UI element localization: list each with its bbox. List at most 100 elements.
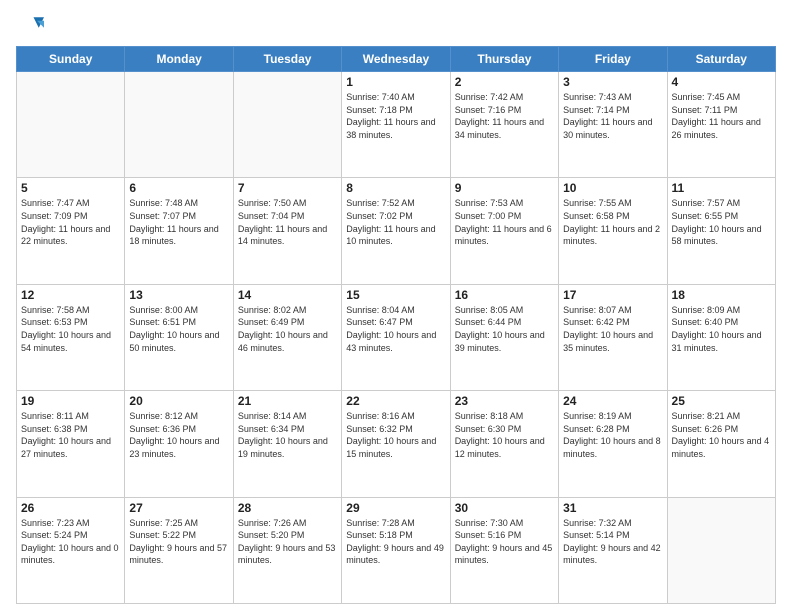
day-number: 11: [672, 181, 771, 195]
calendar-cell: 22 Sunrise: 8:16 AM Sunset: 6:32 PM Dayli…: [342, 391, 450, 497]
weekday-header-friday: Friday: [559, 47, 667, 72]
day-number: 22: [346, 394, 445, 408]
day-number: 7: [238, 181, 337, 195]
day-number: 3: [563, 75, 662, 89]
calendar-cell: 30Sunrise: 7:30 AM Sunset: 5:16 PM Dayli…: [450, 497, 558, 603]
calendar-cell: 27 Sunrise: 7:25 AM Sunset: 5:22 PM Dayli…: [125, 497, 233, 603]
day-number: 23: [455, 394, 554, 408]
day-info: Sunrise: 7:53 AM Sunset: 7:00 PM Dayligh…: [455, 197, 554, 247]
calendar-cell: 12 Sunrise: 7:58 AM Sunset: 6:53 PM Dayli…: [17, 284, 125, 390]
calendar-cell: 7 Sunrise: 7:50 AM Sunset: 7:04 PM Daylig…: [233, 178, 341, 284]
day-info: Sunrise: 7:40 AM Sunset: 7:18 PM Dayligh…: [346, 91, 445, 141]
day-info: Sunrise: 8:05 AM Sunset: 6:44 PM Dayligh…: [455, 304, 554, 354]
calendar-cell: 26 Sunrise: 7:23 AM Sunset: 5:24 PM Dayli…: [17, 497, 125, 603]
weekday-header-wednesday: Wednesday: [342, 47, 450, 72]
calendar-cell: 28 Sunrise: 7:26 AM Sunset: 5:20 PM Dayli…: [233, 497, 341, 603]
calendar-cell: 18 Sunrise: 8:09 AM Sunset: 6:40 PM Dayli…: [667, 284, 775, 390]
day-number: 30: [455, 501, 554, 515]
calendar-cell: 6 Sunrise: 7:48 AM Sunset: 7:07 PM Daylig…: [125, 178, 233, 284]
calendar-cell: 25 Sunrise: 8:21 AM Sunset: 6:26 PM Dayli…: [667, 391, 775, 497]
day-info: Sunrise: 8:21 AM Sunset: 6:26 PM Dayligh…: [672, 410, 771, 460]
day-number: 18: [672, 288, 771, 302]
calendar-cell: 19 Sunrise: 8:11 AM Sunset: 6:38 PM Dayli…: [17, 391, 125, 497]
day-number: 31: [563, 501, 662, 515]
day-number: 5: [21, 181, 120, 195]
day-info: Sunrise: 8:18 AM Sunset: 6:30 PM Dayligh…: [455, 410, 554, 460]
day-number: 15: [346, 288, 445, 302]
calendar-cell: 20Sunrise: 8:12 AM Sunset: 6:36 PM Dayli…: [125, 391, 233, 497]
day-info: Sunrise: 7:55 AM Sunset: 6:58 PM Dayligh…: [563, 197, 662, 247]
day-info: Sunrise: 7:48 AM Sunset: 7:07 PM Dayligh…: [129, 197, 228, 247]
day-number: 14: [238, 288, 337, 302]
day-number: 9: [455, 181, 554, 195]
day-number: 16: [455, 288, 554, 302]
calendar-cell: 15Sunrise: 8:04 AM Sunset: 6:47 PM Dayli…: [342, 284, 450, 390]
day-info: Sunrise: 7:43 AM Sunset: 7:14 PM Dayligh…: [563, 91, 662, 141]
weekday-header-tuesday: Tuesday: [233, 47, 341, 72]
calendar-cell: 11 Sunrise: 7:57 AM Sunset: 6:55 PM Dayli…: [667, 178, 775, 284]
logo-icon: [16, 12, 44, 40]
calendar-cell: 10 Sunrise: 7:55 AM Sunset: 6:58 PM Dayli…: [559, 178, 667, 284]
calendar-cell: [667, 497, 775, 603]
day-info: Sunrise: 7:50 AM Sunset: 7:04 PM Dayligh…: [238, 197, 337, 247]
calendar-cell: 1 Sunrise: 7:40 AM Sunset: 7:18 PM Daylig…: [342, 72, 450, 178]
day-info: Sunrise: 8:07 AM Sunset: 6:42 PM Dayligh…: [563, 304, 662, 354]
day-info: Sunrise: 8:00 AM Sunset: 6:51 PM Dayligh…: [129, 304, 228, 354]
day-info: Sunrise: 7:47 AM Sunset: 7:09 PM Dayligh…: [21, 197, 120, 247]
page: SundayMondayTuesdayWednesdayThursdayFrid…: [0, 0, 792, 612]
calendar-cell: [125, 72, 233, 178]
day-number: 10: [563, 181, 662, 195]
day-info: Sunrise: 8:19 AM Sunset: 6:28 PM Dayligh…: [563, 410, 662, 460]
weekday-header-saturday: Saturday: [667, 47, 775, 72]
day-info: Sunrise: 7:42 AM Sunset: 7:16 PM Dayligh…: [455, 91, 554, 141]
day-number: 25: [672, 394, 771, 408]
day-number: 4: [672, 75, 771, 89]
day-number: 8: [346, 181, 445, 195]
calendar-cell: [17, 72, 125, 178]
calendar-cell: 29 Sunrise: 7:28 AM Sunset: 5:18 PM Dayli…: [342, 497, 450, 603]
calendar-table: SundayMondayTuesdayWednesdayThursdayFrid…: [16, 46, 776, 604]
day-number: 27: [129, 501, 228, 515]
day-info: Sunrise: 8:14 AM Sunset: 6:34 PM Dayligh…: [238, 410, 337, 460]
day-number: 1: [346, 75, 445, 89]
day-info: Sunrise: 8:11 AM Sunset: 6:38 PM Dayligh…: [21, 410, 120, 460]
day-info: Sunrise: 7:25 AM Sunset: 5:22 PM Dayligh…: [129, 517, 228, 567]
day-number: 26: [21, 501, 120, 515]
week-row-1: 1 Sunrise: 7:40 AM Sunset: 7:18 PM Daylig…: [17, 72, 776, 178]
day-info: Sunrise: 8:12 AM Sunset: 6:36 PM Dayligh…: [129, 410, 228, 460]
header: [16, 12, 776, 40]
calendar-cell: 4 Sunrise: 7:45 AM Sunset: 7:11 PM Daylig…: [667, 72, 775, 178]
calendar-cell: 5 Sunrise: 7:47 AM Sunset: 7:09 PM Daylig…: [17, 178, 125, 284]
day-number: 12: [21, 288, 120, 302]
day-info: Sunrise: 7:45 AM Sunset: 7:11 PM Dayligh…: [672, 91, 771, 141]
day-info: Sunrise: 7:52 AM Sunset: 7:02 PM Dayligh…: [346, 197, 445, 247]
calendar-cell: 16 Sunrise: 8:05 AM Sunset: 6:44 PM Dayli…: [450, 284, 558, 390]
day-number: 28: [238, 501, 337, 515]
day-number: 19: [21, 394, 120, 408]
week-row-5: 26 Sunrise: 7:23 AM Sunset: 5:24 PM Dayli…: [17, 497, 776, 603]
week-row-4: 19 Sunrise: 8:11 AM Sunset: 6:38 PM Dayli…: [17, 391, 776, 497]
calendar-cell: 24 Sunrise: 8:19 AM Sunset: 6:28 PM Dayli…: [559, 391, 667, 497]
day-number: 29: [346, 501, 445, 515]
day-number: 6: [129, 181, 228, 195]
calendar-cell: 8 Sunrise: 7:52 AM Sunset: 7:02 PM Daylig…: [342, 178, 450, 284]
calendar-cell: 2 Sunrise: 7:42 AM Sunset: 7:16 PM Daylig…: [450, 72, 558, 178]
day-number: 2: [455, 75, 554, 89]
day-info: Sunrise: 7:23 AM Sunset: 5:24 PM Dayligh…: [21, 517, 120, 567]
day-info: Sunrise: 7:28 AM Sunset: 5:18 PM Dayligh…: [346, 517, 445, 567]
day-number: 24: [563, 394, 662, 408]
weekday-header-sunday: Sunday: [17, 47, 125, 72]
week-row-2: 5 Sunrise: 7:47 AM Sunset: 7:09 PM Daylig…: [17, 178, 776, 284]
day-info: Sunrise: 7:57 AM Sunset: 6:55 PM Dayligh…: [672, 197, 771, 247]
day-info: Sunrise: 8:09 AM Sunset: 6:40 PM Dayligh…: [672, 304, 771, 354]
day-info: Sunrise: 8:16 AM Sunset: 6:32 PM Dayligh…: [346, 410, 445, 460]
day-info: Sunrise: 7:58 AM Sunset: 6:53 PM Dayligh…: [21, 304, 120, 354]
day-number: 21: [238, 394, 337, 408]
day-info: Sunrise: 7:26 AM Sunset: 5:20 PM Dayligh…: [238, 517, 337, 567]
calendar-cell: 3 Sunrise: 7:43 AM Sunset: 7:14 PM Daylig…: [559, 72, 667, 178]
logo: [16, 12, 48, 40]
calendar-cell: 17Sunrise: 8:07 AM Sunset: 6:42 PM Dayli…: [559, 284, 667, 390]
calendar-cell: 14Sunrise: 8:02 AM Sunset: 6:49 PM Dayli…: [233, 284, 341, 390]
calendar-cell: 31Sunrise: 7:32 AM Sunset: 5:14 PM Dayli…: [559, 497, 667, 603]
calendar-cell: 23 Sunrise: 8:18 AM Sunset: 6:30 PM Dayli…: [450, 391, 558, 497]
